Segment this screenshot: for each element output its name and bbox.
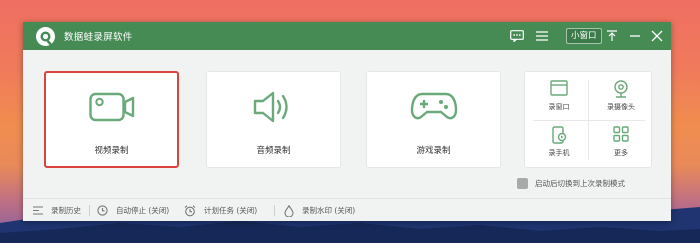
video-camera-icon — [88, 92, 134, 122]
tool-record-phone[interactable]: 录手机 — [529, 122, 589, 164]
schedule-button[interactable]: 计划任务 (关闭) — [184, 199, 257, 222]
gamepad-icon — [410, 92, 457, 120]
tool-label: 录摄像头 — [607, 103, 635, 111]
speaker-icon — [253, 91, 288, 123]
alarm-clock-icon — [184, 204, 196, 217]
mode-card-game[interactable]: 游戏录制 — [366, 71, 501, 168]
mode-card-video[interactable]: 视频录制 — [44, 71, 179, 168]
tool-record-webcam[interactable]: 录摄像头 — [591, 76, 651, 118]
list-icon — [33, 206, 43, 215]
mode-label: 音频录制 — [256, 146, 291, 156]
schedule-label: 计划任务 (关闭) — [204, 206, 258, 215]
app-logo-icon — [36, 27, 55, 46]
tool-label: 录手机 — [548, 149, 570, 157]
water-drop-icon — [284, 204, 294, 217]
restore-last-mode-label: 启动后切换到上次录制模式 — [535, 178, 625, 188]
close-icon[interactable] — [649, 28, 665, 44]
tool-label: 更多 — [614, 149, 628, 157]
mode-label: 视频录制 — [94, 146, 129, 156]
message-icon[interactable] — [509, 28, 525, 44]
watermark-button[interactable]: 录制水印 (关闭) — [284, 199, 355, 222]
mode-label: 游戏录制 — [416, 146, 451, 156]
minimize-icon[interactable] — [627, 28, 643, 44]
bottom-bar: 录制历史 自动停止 (关闭) 计划任务 (关闭) 录制水印 (关闭) — [23, 198, 671, 221]
tool-more[interactable]: 更多 — [591, 122, 651, 164]
phone-icon — [552, 126, 567, 144]
auto-stop-label: 自动停止 (关闭) — [116, 206, 170, 215]
watermark-label: 录制水印 (关闭) — [302, 206, 356, 215]
menu-icon[interactable] — [534, 28, 550, 44]
app-window: 数据蛙录屏软件 小窗口 视频录制 音频录制 游戏录制 录窗口 录摄像头 录手机 … — [23, 22, 671, 221]
more-tools-panel: 录窗口 录摄像头 录手机 更多 — [524, 71, 652, 168]
mini-window-button[interactable]: 小窗口 — [566, 28, 602, 44]
auto-stop-button[interactable]: 自动停止 (关闭) — [97, 199, 169, 222]
title-bar: 数据蛙录屏软件 小窗口 — [23, 22, 671, 50]
pin-icon[interactable] — [604, 28, 620, 44]
divider — [533, 120, 645, 121]
restore-last-mode-option[interactable]: 启动后切换到上次录制模式 — [517, 177, 625, 189]
app-title: 数据蛙录屏软件 — [64, 32, 133, 43]
restore-last-mode-checkbox[interactable] — [517, 177, 528, 189]
clock-icon — [97, 205, 108, 216]
separator — [274, 205, 275, 216]
mode-card-audio[interactable]: 音频录制 — [206, 71, 341, 168]
grid-icon — [613, 126, 629, 142]
tool-record-window[interactable]: 录窗口 — [529, 76, 589, 118]
history-button[interactable]: 录制历史 — [33, 199, 81, 222]
window-icon — [550, 80, 568, 96]
webcam-icon — [614, 80, 628, 98]
history-label: 录制历史 — [51, 206, 81, 215]
tool-label: 录窗口 — [548, 103, 570, 111]
separator — [89, 205, 90, 216]
